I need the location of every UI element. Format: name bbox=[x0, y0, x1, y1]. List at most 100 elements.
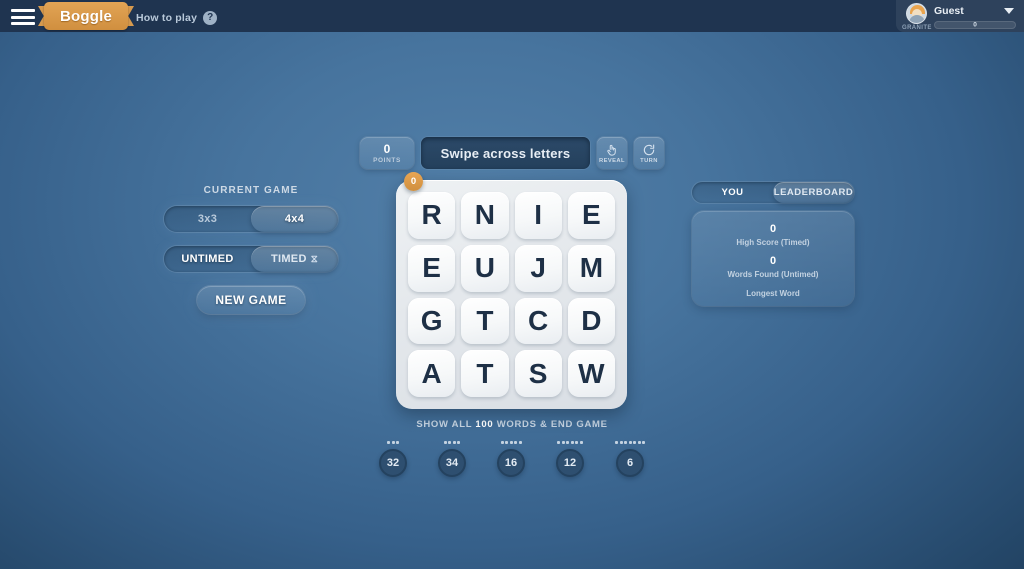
letter-tile[interactable]: E bbox=[567, 192, 615, 239]
chevron-down-icon[interactable] bbox=[1004, 7, 1014, 14]
letter-tile[interactable]: W bbox=[567, 350, 615, 397]
length-dots-6 bbox=[557, 439, 583, 445]
logo-text: Boggle bbox=[59, 7, 113, 25]
high-score-label: High Score (Timed) bbox=[736, 238, 810, 247]
user-name-label: Guest bbox=[934, 4, 964, 17]
show-all-total: 100 bbox=[475, 419, 494, 430]
tab-leaderboard[interactable]: LEADERBOARD bbox=[773, 182, 854, 203]
word-length-counter-5[interactable]: 16 bbox=[497, 439, 525, 477]
avatar-body bbox=[909, 15, 925, 23]
question-mark-icon[interactable]: ? bbox=[203, 11, 218, 25]
points-label: POINTS bbox=[373, 156, 401, 164]
tab-you[interactable]: YOU bbox=[692, 182, 773, 203]
new-game-button[interactable]: NEW GAME bbox=[197, 286, 305, 314]
word-length-counter-6[interactable]: 12 bbox=[556, 439, 584, 477]
game-mode-toggle[interactable]: UNTIMED TIMED ⧖ bbox=[164, 246, 338, 272]
word-count-value: 34 bbox=[438, 449, 466, 477]
turn-button[interactable]: TURN bbox=[634, 137, 664, 169]
stats-tabs: YOU LEADERBOARD bbox=[692, 182, 854, 203]
stats-panel: YOU LEADERBOARD 0 High Score (Timed) 0 W… bbox=[692, 182, 854, 306]
user-details: Guest 0 bbox=[930, 3, 1016, 29]
letter-tile[interactable]: M bbox=[567, 244, 615, 292]
how-to-play-label: How to play bbox=[136, 12, 198, 24]
hand-pointer-icon bbox=[607, 144, 616, 156]
word-count-value: 32 bbox=[379, 449, 407, 477]
stats-card: 0 High Score (Timed) 0 Words Found (Unti… bbox=[692, 211, 854, 306]
mode-option-timed[interactable]: TIMED ⧖ bbox=[251, 246, 338, 272]
points-display: 0 POINTS bbox=[360, 137, 414, 169]
board-size-option-4x4[interactable]: 4x4 bbox=[251, 206, 338, 232]
longest-word-label: Longest Word bbox=[746, 289, 800, 299]
letter-tile[interactable]: I bbox=[514, 192, 562, 239]
boggle-logo[interactable]: Boggle bbox=[38, 2, 134, 30]
game-area: 0 POINTS Swipe across letters REVEAL TUR… bbox=[360, 136, 664, 477]
board-size-4x4-label: 4x4 bbox=[284, 213, 305, 225]
word-count-value: 6 bbox=[616, 449, 644, 477]
mode-option-untimed[interactable]: UNTIMED bbox=[164, 246, 251, 272]
hamburger-menu-icon[interactable] bbox=[11, 9, 35, 25]
rotate-icon bbox=[643, 143, 655, 155]
show-all-prefix: SHOW ALL bbox=[416, 419, 473, 430]
letter-tile[interactable]: S bbox=[514, 350, 562, 397]
board-container: 0 R N I E E U J M G T C D A T S W bbox=[396, 172, 627, 409]
letter-tile[interactable]: D bbox=[567, 297, 615, 345]
top-header-bar: Boggle How to play ? GRANITE Guest 0 bbox=[0, 0, 1024, 32]
board-size-option-3x3[interactable]: 3x3 bbox=[164, 206, 251, 232]
length-dots-4 bbox=[443, 439, 461, 445]
letter-tile[interactable]: N bbox=[461, 192, 509, 239]
letter-tile[interactable]: G bbox=[408, 297, 456, 345]
current-game-title: CURRENT GAME bbox=[203, 185, 299, 196]
words-found-value: 0 bbox=[769, 255, 777, 267]
word-length-counter-7[interactable]: 6 bbox=[615, 439, 645, 477]
user-xp-value: 0 bbox=[973, 21, 977, 29]
mode-untimed-label: UNTIMED bbox=[181, 253, 234, 265]
letter-tile[interactable]: A bbox=[408, 350, 456, 397]
words-found-label: Words Found (Untimed) bbox=[727, 270, 819, 280]
word-length-counter-4[interactable]: 34 bbox=[438, 439, 466, 477]
user-rank-label: GRANITE bbox=[902, 25, 932, 31]
board-score-badge: 0 bbox=[404, 172, 423, 191]
board-size-3x3-label: 3x3 bbox=[197, 213, 218, 225]
word-entry-prompt: Swipe across letters bbox=[421, 137, 590, 169]
letter-tile[interactable]: T bbox=[461, 350, 509, 397]
reveal-button[interactable]: REVEAL bbox=[597, 137, 627, 169]
user-xp-progress-bar: 0 bbox=[934, 21, 1016, 29]
prompt-text: Swipe across letters bbox=[440, 145, 571, 161]
word-count-value: 12 bbox=[556, 449, 584, 477]
letter-tile[interactable]: T bbox=[461, 297, 509, 345]
points-value: 0 bbox=[383, 141, 391, 156]
user-avatar-icon bbox=[905, 3, 927, 24]
letter-tile[interactable]: J bbox=[514, 244, 562, 292]
user-name-row: Guest bbox=[934, 3, 1016, 18]
show-all-words-link[interactable]: SHOW ALL 100 WORDS & END GAME bbox=[360, 419, 664, 430]
tab-you-label: YOU bbox=[721, 187, 744, 198]
user-account-chip[interactable]: GRANITE Guest 0 bbox=[896, 0, 1024, 32]
show-all-suffix: WORDS & END GAME bbox=[496, 419, 608, 430]
word-length-counters: 32 34 16 12 6 bbox=[360, 439, 664, 477]
letter-tile[interactable]: U bbox=[461, 244, 509, 292]
logo-ribbon: Boggle bbox=[44, 2, 128, 30]
how-to-play-link[interactable]: How to play ? bbox=[136, 11, 218, 25]
word-length-counter-3[interactable]: 32 bbox=[379, 439, 407, 477]
turn-label: TURN bbox=[640, 157, 658, 164]
letter-tile[interactable]: C bbox=[514, 297, 562, 345]
game-toolbar: 0 POINTS Swipe across letters REVEAL TUR… bbox=[360, 136, 664, 170]
high-score-value: 0 bbox=[769, 222, 777, 235]
letter-tile[interactable]: R bbox=[408, 192, 456, 239]
new-game-label: NEW GAME bbox=[215, 293, 287, 307]
length-dots-3 bbox=[387, 439, 399, 445]
length-dots-7 bbox=[615, 439, 645, 445]
hamburger-bar bbox=[11, 22, 35, 25]
hamburger-bar bbox=[11, 15, 35, 19]
word-count-value: 16 bbox=[497, 449, 525, 477]
avatar-column: GRANITE bbox=[902, 3, 932, 31]
reveal-label: REVEAL bbox=[599, 157, 625, 164]
tab-leaderboard-label: LEADERBOARD bbox=[773, 187, 854, 198]
letter-tile[interactable]: E bbox=[408, 244, 456, 292]
game-settings-panel: CURRENT GAME 3x3 4x4 UNTIMED TIMED ⧖ NEW… bbox=[160, 185, 342, 314]
length-dots-5 bbox=[500, 439, 522, 445]
letter-board[interactable]: R N I E E U J M G T C D A T S W bbox=[396, 180, 627, 409]
board-size-toggle[interactable]: 3x3 4x4 bbox=[164, 206, 338, 232]
hourglass-icon: ⧖ bbox=[310, 253, 319, 265]
hamburger-bar bbox=[11, 9, 35, 12]
